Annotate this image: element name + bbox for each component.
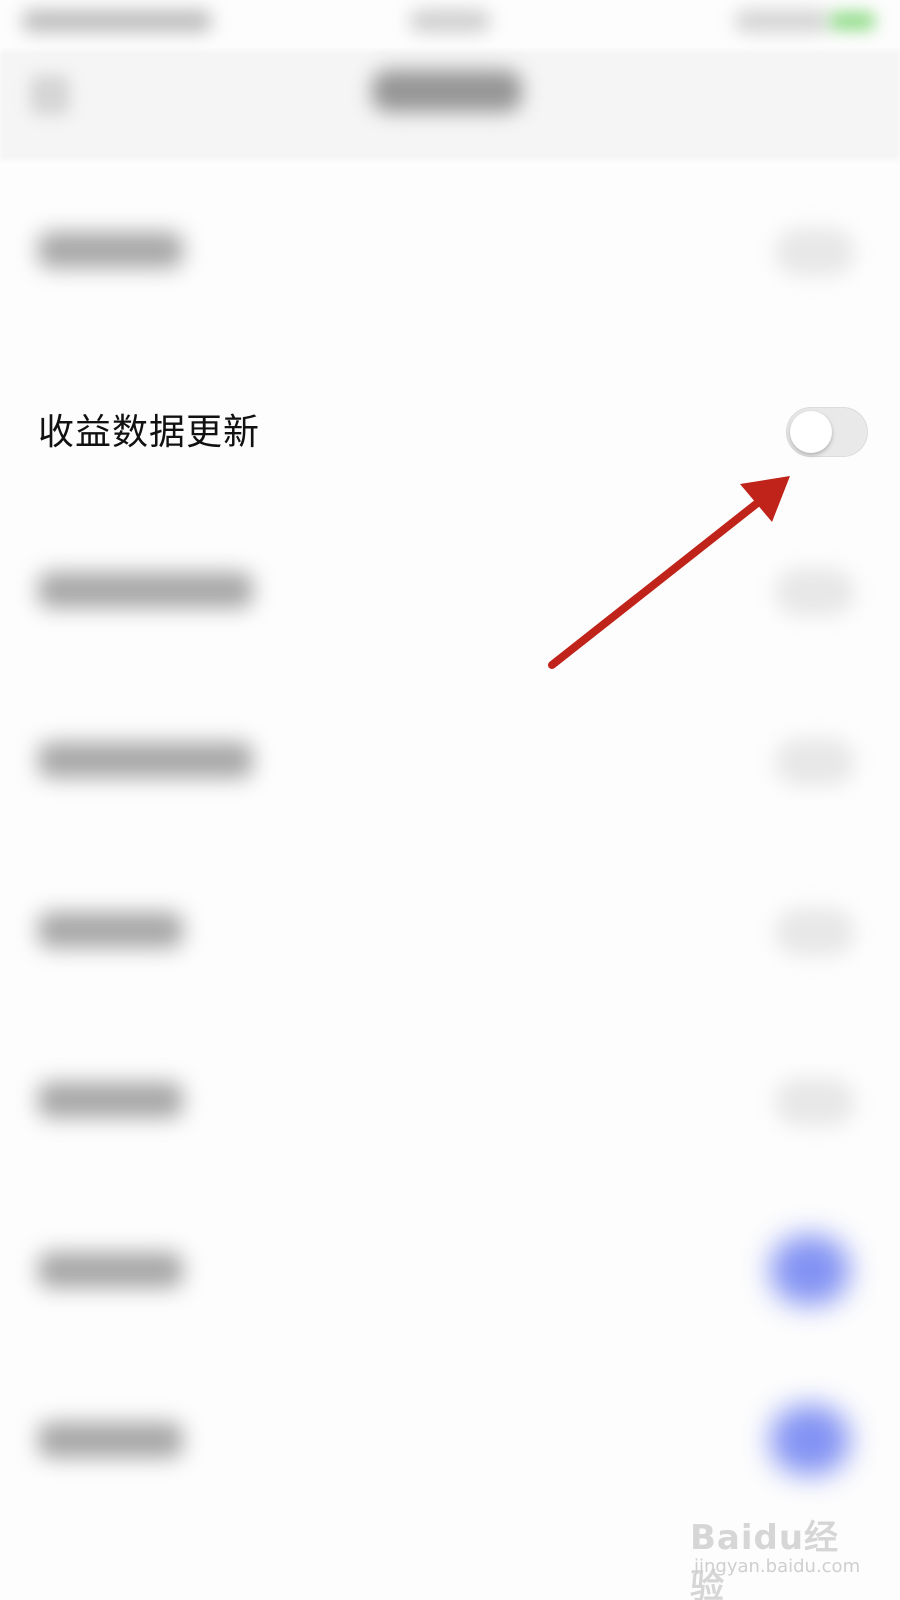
watermark: Baidu经验 jingyan.baidu.com xyxy=(690,1500,870,1600)
row-label-blurred xyxy=(38,232,183,268)
settings-row-blurred[interactable] xyxy=(0,190,900,310)
row-label-blurred xyxy=(38,1422,183,1458)
earnings-update-toggle[interactable] xyxy=(786,407,868,457)
toggle-knob xyxy=(790,411,832,453)
settings-row-blurred[interactable] xyxy=(0,1210,900,1330)
settings-row-blurred[interactable] xyxy=(0,1040,900,1160)
row-switch-blurred[interactable] xyxy=(775,1078,855,1126)
settings-row-blurred[interactable] xyxy=(0,530,900,650)
row-label-blurred xyxy=(38,742,253,778)
battery-icon xyxy=(830,12,875,30)
settings-row-blurred[interactable] xyxy=(0,870,900,990)
row-label-blurred xyxy=(38,912,183,948)
settings-row-blurred[interactable] xyxy=(0,1380,900,1500)
row-label-blurred xyxy=(38,1082,183,1118)
row-switch-blurred[interactable] xyxy=(775,908,855,956)
row-label-blurred xyxy=(38,572,253,608)
status-bar xyxy=(0,0,900,50)
row-switch-on-blurred[interactable] xyxy=(770,1405,850,1475)
row-label-blurred xyxy=(38,1252,183,1288)
settings-row-blurred[interactable] xyxy=(0,700,900,820)
status-bar-indicators-blurred xyxy=(735,10,830,32)
row-switch-blurred[interactable] xyxy=(775,228,855,276)
row-switch-blurred[interactable] xyxy=(775,738,855,786)
row-switch-on-blurred[interactable] xyxy=(770,1235,850,1305)
back-icon[interactable] xyxy=(30,75,70,115)
settings-row-earnings-update[interactable]: 收益数据更新 xyxy=(0,365,900,495)
status-bar-carrier-blurred xyxy=(22,10,212,32)
status-bar-time-blurred xyxy=(410,10,490,32)
watermark-url: jingyan.baidu.com xyxy=(694,1556,861,1577)
page-title-blurred xyxy=(372,70,522,112)
row-switch-blurred[interactable] xyxy=(775,568,855,616)
earnings-update-label: 收益数据更新 xyxy=(38,412,261,453)
settings-screen: 收益数据更新 Baidu经验 jingyan.baidu.com xyxy=(0,0,900,1600)
watermark-logo: Baidu经验 xyxy=(690,1518,840,1600)
